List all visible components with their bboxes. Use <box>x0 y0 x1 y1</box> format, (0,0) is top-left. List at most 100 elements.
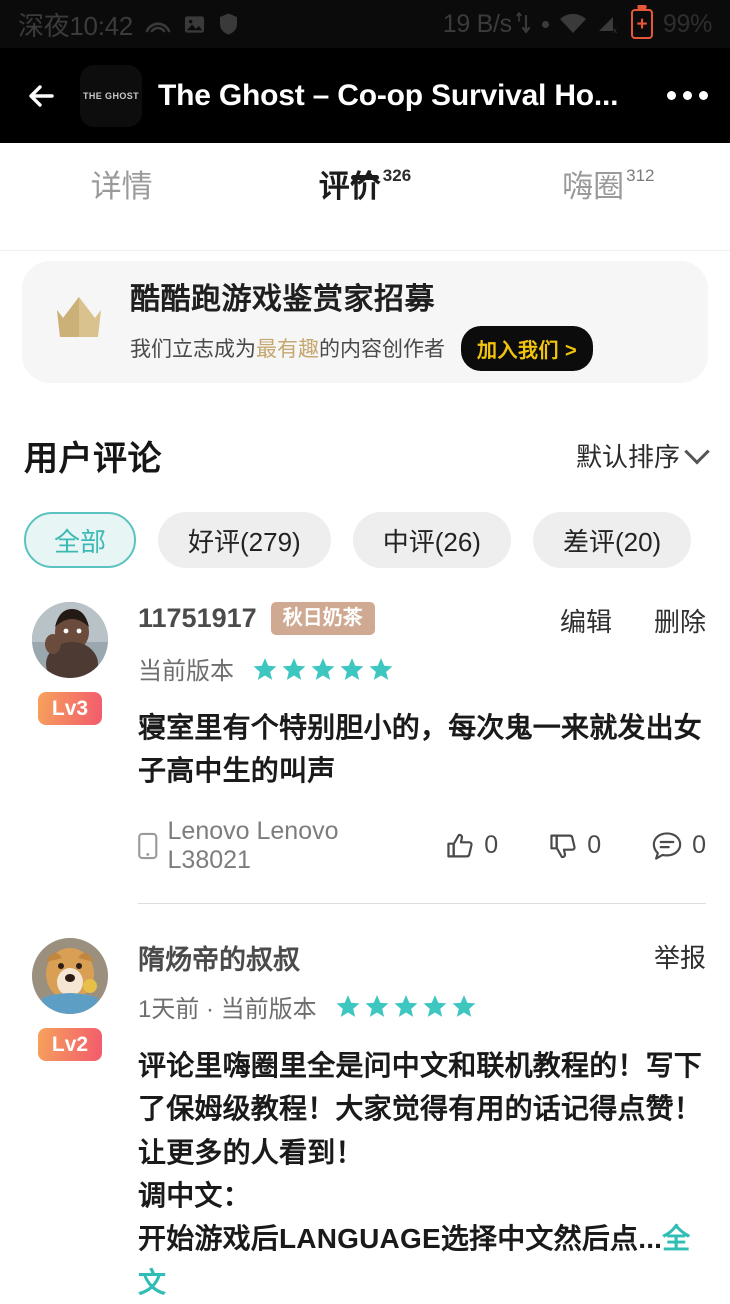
promo-subtitle-after: 的内容创作者 <box>319 338 445 361</box>
star-icon <box>394 995 418 1018</box>
sort-selector[interactable]: 默认排序 <box>575 437 710 474</box>
edit-review-button[interactable]: 编辑 <box>560 602 612 639</box>
review-content: 11751917 秋日奶茶 编辑 删除 当前版本 寝室里有个特别胆小的，每次鬼一… <box>116 602 706 904</box>
level-badge: Lv3 <box>37 692 103 726</box>
review-text: 寝室里有个特别胆小的，每次鬼一来就发出女子高中生的叫声 <box>138 712 703 787</box>
review-author-box: 11751917 秋日奶茶 <box>138 602 560 635</box>
comment-icon <box>652 832 682 860</box>
photo-icon <box>183 13 206 36</box>
dislike-button[interactable]: 0 <box>548 831 601 861</box>
back-arrow-icon[interactable] <box>22 75 64 117</box>
review-footer: Lenovo Lenovo L38021 0 0 0 <box>138 817 706 875</box>
review-author-column: Lv3 <box>24 602 116 904</box>
rating-stars <box>335 993 477 1019</box>
more-options-icon[interactable] <box>661 91 708 100</box>
review-author-name[interactable]: 隋炀帝的叔叔 <box>138 938 300 977</box>
review-content: 隋炀帝的叔叔 举报 1天前 · 当前版本 评论里嗨圈里全是问中文和联机教程的！写… <box>116 938 706 1304</box>
filter-chip-positive[interactable]: 好评(279) <box>158 512 331 568</box>
status-bar: 深夜10:42 19 B/s x + 99% <box>0 0 730 48</box>
tab-community-label: 嗨圈 <box>562 169 625 204</box>
status-dot-icon <box>541 20 549 28</box>
star-icon <box>423 995 447 1018</box>
review-item: Lv2 隋炀帝的叔叔 举报 1天前 · 当前版本 评论里嗨圈里全是问中文和联机教… <box>24 904 706 1304</box>
review-author-line: 11751917 秋日奶茶 <box>138 602 560 635</box>
review-author-column: Lv2 <box>24 937 116 1304</box>
tab-community[interactable]: 嗨圈 312 <box>487 143 730 202</box>
comment-count: 0 <box>692 831 706 860</box>
tab-bar: 详情 评价 326 嗨圈 312 <box>0 143 730 251</box>
network-speed: 19 B/s <box>443 10 532 39</box>
review-author-line: 隋炀帝的叔叔 <box>138 938 654 977</box>
star-icon <box>311 657 335 680</box>
delete-review-button[interactable]: 删除 <box>654 602 706 639</box>
star-icon <box>452 995 476 1018</box>
review-filter-chips: 全部 好评(279) 中评(26) 差评(20) <box>0 480 730 568</box>
rating-stars <box>252 656 394 682</box>
promo-subtitle-highlight: 最有趣 <box>256 338 319 361</box>
chevron-down-icon <box>684 438 710 464</box>
review-text: 评论里嗨圈里全是问中文和联机教程的！写下了保姆级教程！大家觉得有用的话记得点赞！… <box>138 1044 706 1304</box>
promo-title: 酷酷跑游戏鉴赏家招募 <box>130 282 435 316</box>
review-list: Lv3 11751917 秋日奶茶 编辑 删除 当前版本 寝室里有个特别胆小的，… <box>0 568 730 1304</box>
filter-chip-neutral[interactable]: 中评(26) <box>352 512 511 568</box>
review-author-box: 隋炀帝的叔叔 <box>138 938 654 977</box>
review-author-tag: 秋日奶茶 <box>270 602 375 635</box>
cell-signal-off-icon: x <box>597 13 621 35</box>
review-device: Lenovo Lenovo L38021 <box>138 817 399 875</box>
review-counters: 0 0 0 <box>445 830 706 862</box>
signal-arc-icon <box>145 14 171 34</box>
app-bar: THE GHOST The Ghost – Co-op Survival Ho.… <box>0 48 730 143</box>
review-device-label: Lenovo Lenovo L38021 <box>167 816 339 874</box>
svg-text:x: x <box>613 26 617 35</box>
promo-banner[interactable]: 酷酷跑游戏鉴赏家招募 我们立志成为最有趣的内容创作者 加入我们 > <box>22 261 708 383</box>
star-icon <box>336 995 360 1018</box>
sort-label: 默认排序 <box>575 442 680 472</box>
promo-subtitle-row: 我们立志成为最有趣的内容创作者 加入我们 > <box>130 325 682 371</box>
crown-icon <box>48 293 110 352</box>
tab-details[interactable]: 详情 <box>0 143 243 202</box>
thumbs-up-icon <box>447 833 473 858</box>
filter-chip-all[interactable]: 全部 <box>24 512 137 568</box>
dislike-count: 0 <box>587 831 602 860</box>
thumbs-down-icon <box>550 834 576 858</box>
review-version-label: 当前版本 <box>138 658 234 685</box>
review-header-row: 11751917 秋日奶茶 编辑 删除 <box>138 602 706 639</box>
wifi-icon <box>559 13 587 35</box>
promo-text: 酷酷跑游戏鉴赏家招募 我们立志成为最有趣的内容创作者 加入我们 > <box>130 274 682 371</box>
star-icon <box>253 657 277 680</box>
app-icon-label: THE GHOST <box>82 90 140 101</box>
like-count: 0 <box>484 831 499 860</box>
like-button[interactable]: 0 <box>445 831 498 861</box>
review-version-label: 1天前 · 当前版本 <box>138 995 317 1023</box>
filter-chip-negative[interactable]: 差评(20) <box>532 512 692 568</box>
review-actions: 举报 <box>654 938 706 975</box>
review-actions: 编辑 删除 <box>560 602 706 639</box>
page-title: The Ghost – Co-op Survival Ho... <box>158 78 619 112</box>
join-us-button[interactable]: 加入我们 > <box>461 325 594 371</box>
transfer-arrows-icon <box>516 12 530 34</box>
star-icon <box>369 657 393 680</box>
promo-subtitle: 我们立志成为最有趣的内容创作者 <box>130 333 445 363</box>
battery-percent: 99% <box>662 9 712 38</box>
reviews-section-title: 用户评论 <box>24 440 162 478</box>
phone-icon <box>138 832 158 859</box>
review-header-row: 隋炀帝的叔叔 举报 <box>138 938 706 977</box>
report-review-button[interactable]: 举报 <box>654 938 706 975</box>
battery-charging-icon: + <box>630 9 653 39</box>
review-item: Lv3 11751917 秋日奶茶 编辑 删除 当前版本 寝室里有个特别胆小的，… <box>24 568 706 904</box>
level-badge: Lv2 <box>37 1027 103 1062</box>
review-author-name[interactable]: 11751917 <box>138 603 257 634</box>
avatar[interactable] <box>32 602 108 678</box>
promo-banner-wrap: 酷酷跑游戏鉴赏家招募 我们立志成为最有趣的内容创作者 加入我们 > <box>0 251 730 383</box>
shield-icon <box>218 12 239 36</box>
tab-details-label: 详情 <box>90 169 153 204</box>
app-icon[interactable]: THE GHOST <box>80 64 142 127</box>
avatar[interactable] <box>32 937 108 1014</box>
status-bar-right: 19 B/s x + 99% <box>443 9 712 39</box>
review-text-content: 评论里嗨圈里全是问中文和联机教程的！写下了保姆级教程！大家觉得有用的话记得点赞！… <box>138 1049 703 1255</box>
tab-reviews[interactable]: 评价 326 <box>243 143 486 202</box>
star-icon <box>282 657 306 680</box>
status-bar-clock: 深夜10:42 <box>18 10 133 41</box>
star-icon <box>365 995 389 1018</box>
comment-button[interactable]: 0 <box>651 830 706 862</box>
